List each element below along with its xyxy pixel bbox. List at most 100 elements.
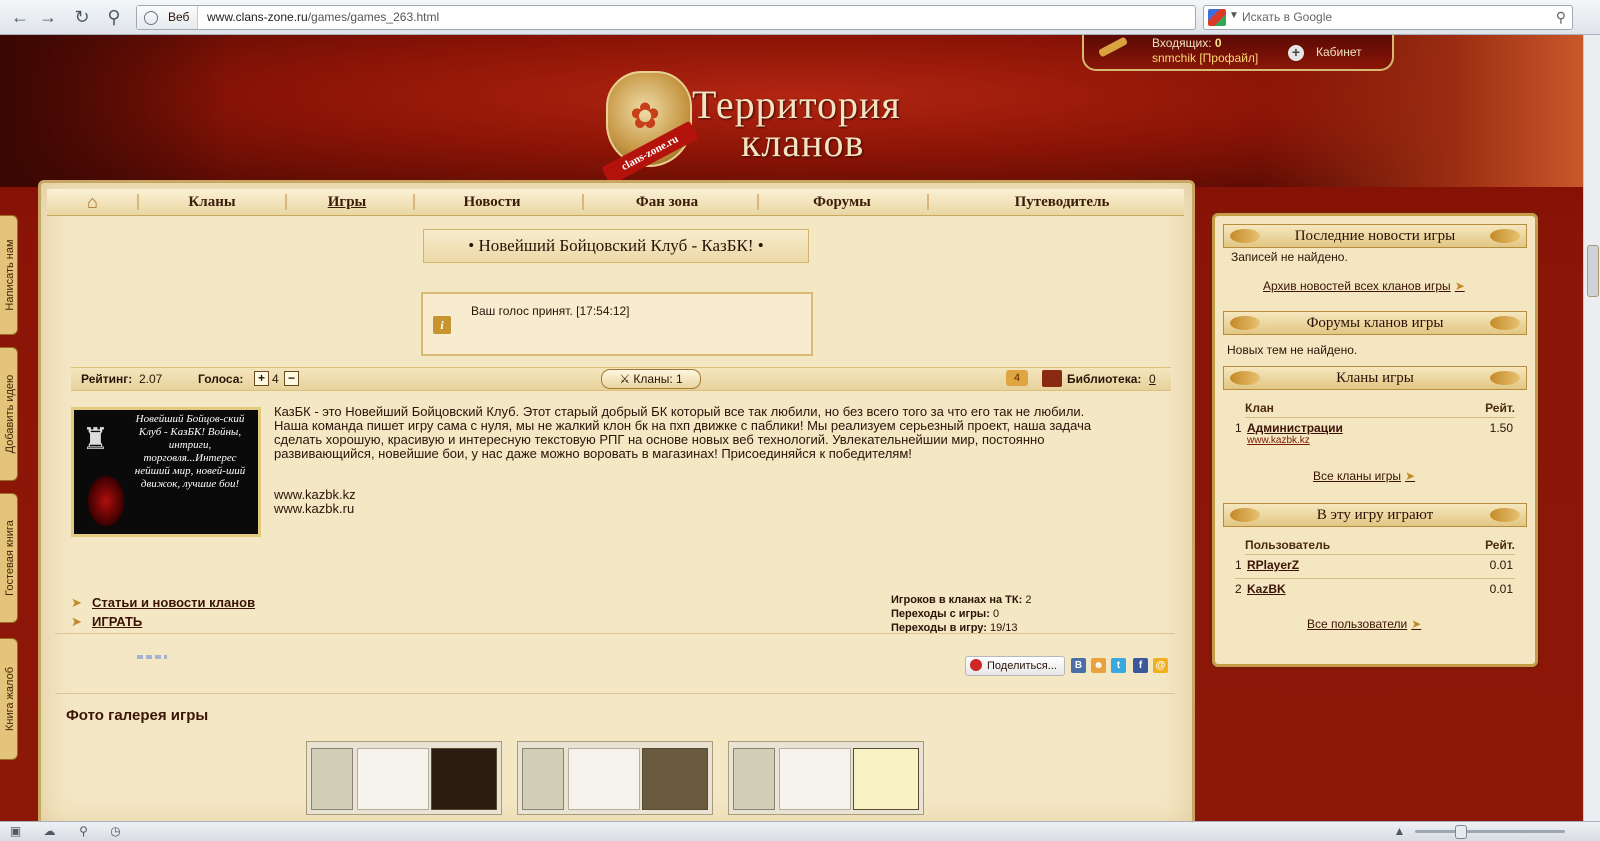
reload-icon[interactable]: ↻: [72, 7, 92, 27]
player-link[interactable]: KazBK: [1247, 582, 1286, 596]
vertical-scrollbar[interactable]: [1583, 35, 1600, 821]
all-clans-label: Все кланы игры: [1313, 469, 1402, 483]
chevron-down-icon[interactable]: ▼: [1229, 10, 1239, 21]
sidetab-complaints[interactable]: Книга жалоб: [0, 638, 18, 760]
user-panel: Входящих: 0 snmchik [Профайл] + Кабинет: [1082, 35, 1394, 71]
url-text[interactable]: www.clans-zone.ru/games/games_263.html: [207, 6, 439, 29]
speed-icon[interactable]: ◷: [108, 824, 123, 838]
cover-text: Новейший Бойцов-ский Клуб - КазБК! Войны…: [134, 413, 246, 490]
back-icon[interactable]: ←: [10, 7, 30, 27]
sidetab-label: Добавить идею: [4, 374, 16, 454]
address-mode-pill[interactable]: Веб: [137, 6, 198, 29]
game-cover-image[interactable]: ♜ Новейший Бойцов-ский Клуб - КазБК! Вой…: [71, 407, 261, 537]
zoom-slider-handle[interactable]: [1455, 825, 1467, 839]
key-icon[interactable]: ⚲: [104, 7, 124, 27]
news-archive-label: Архив новостей всех кланов игры: [1263, 279, 1451, 293]
gallery-thumbnail[interactable]: [728, 741, 924, 815]
cabinet-link[interactable]: Кабинет: [1316, 45, 1362, 59]
gallery-title: Фото галерея игры: [66, 707, 209, 724]
news-archive-link[interactable]: Архив новостей всех кланов игры ➤: [1263, 279, 1465, 293]
thumbnail-panel: [853, 748, 919, 810]
player-link[interactable]: RPlayerZ: [1247, 558, 1299, 572]
menu-item-guide[interactable]: Путеводитель: [987, 189, 1137, 215]
site-url-ru: www.kazbk.ru: [274, 501, 355, 516]
stat-players-in-clans: Игроков в кланах на ТК: 2: [891, 594, 1031, 606]
sidetab-guestbook[interactable]: Гостевая книга: [0, 493, 18, 623]
vote-notice: i Ваш голос принят. [17:54:12]: [421, 292, 813, 356]
library-icon[interactable]: [1042, 370, 1062, 387]
table-row: 1 RPlayerZ 0.01: [1235, 558, 1515, 579]
sidetab-write-us[interactable]: Написать нам: [0, 215, 18, 335]
votes-label: Голоса:: [198, 372, 244, 386]
stat-transfers-from: Переходы с игры: 0: [891, 608, 999, 620]
stat-label: Переходы с игры:: [891, 608, 990, 620]
menu-item-news[interactable]: Новости: [437, 189, 547, 215]
address-bar[interactable]: Веб www.clans-zone.ru/games/games_263.ht…: [136, 5, 1196, 30]
cloud-icon[interactable]: ☁: [42, 824, 57, 838]
menu-item-games[interactable]: Игры: [297, 189, 397, 215]
game-description: КазБК - это Новейший Бойцовский Клуб. Эт…: [274, 405, 1104, 475]
clans-button[interactable]: ⚔ Кланы: 1: [601, 369, 701, 389]
articles-link[interactable]: Статьи и новости кланов: [92, 595, 255, 610]
home-icon[interactable]: ⌂: [87, 193, 105, 211]
twitter-icon[interactable]: t: [1111, 658, 1126, 673]
clan-link[interactable]: Администрации: [1247, 421, 1343, 435]
share-icon: [970, 659, 982, 671]
all-users-link[interactable]: Все пользователи ➤: [1307, 617, 1421, 631]
player-rating: 0.01: [1489, 558, 1513, 572]
share-button[interactable]: Поделиться...: [965, 656, 1065, 676]
menu-item-clans[interactable]: Кланы: [157, 189, 267, 215]
library-link[interactable]: 0: [1149, 372, 1156, 386]
sidetab-label: Книга жалоб: [4, 667, 16, 732]
plus-icon[interactable]: +: [1288, 45, 1304, 61]
stats-bar: Рейтинг: 2.07 Голоса: + 4 − ⚔ Кланы: 1 4…: [71, 367, 1171, 391]
right-sidebar: Последние новости игры Записей не найден…: [1212, 213, 1538, 667]
col-rating: Рейт.: [1485, 538, 1515, 552]
notice-text: Ваш голос принят. [17:54:12]: [471, 304, 630, 318]
search-box[interactable]: ▼ Искать в Google ⚲: [1203, 5, 1573, 30]
inbox-count: 0: [1214, 36, 1222, 50]
google-icon[interactable]: [1208, 9, 1226, 26]
all-clans-link[interactable]: Все кланы игры ➤: [1313, 469, 1415, 483]
search-icon[interactable]: ⚲: [1556, 9, 1566, 26]
browser-toolbar: ← → ↻ ⚲ Веб www.clans-zone.ru/games/game…: [0, 0, 1600, 35]
menu-item-fan-zone[interactable]: Фан зона: [607, 189, 727, 215]
arrow-icon: ➤: [1454, 279, 1465, 293]
dragon-icon: ✿: [630, 95, 661, 136]
forward-icon[interactable]: →: [38, 7, 58, 27]
web-page: ✿ clans-zone.ru Территория кланов Входящ…: [0, 35, 1583, 821]
moimir-icon[interactable]: @: [1153, 658, 1168, 673]
share-network-icon[interactable]: ⚲: [76, 824, 91, 838]
search-input[interactable]: Искать в Google: [1242, 6, 1332, 29]
emblem-icon: ♜: [82, 423, 109, 456]
menu-item-forums[interactable]: Форумы: [787, 189, 897, 215]
odnoklassniki-icon[interactable]: ☻: [1091, 658, 1106, 673]
profile-link[interactable]: snmchik [Профайл]: [1152, 51, 1258, 65]
sidetab-add-idea[interactable]: Добавить идею: [0, 347, 18, 481]
forums-header: Форумы кланов игры: [1223, 311, 1527, 335]
vote-plus-button[interactable]: +: [254, 371, 269, 386]
scrollbar-thumb[interactable]: [1587, 245, 1599, 297]
player-rating: 0.01: [1489, 582, 1513, 596]
inbox[interactable]: Входящих: 0: [1152, 36, 1222, 50]
url-host: www.clans-zone.ru: [207, 10, 308, 24]
facebook-icon[interactable]: f: [1133, 658, 1148, 673]
col-user: Пользователь: [1245, 538, 1331, 552]
game-title: • Новейший Бойцовский Клуб - КазБК! •: [423, 229, 809, 263]
panel-icon[interactable]: ▣: [8, 824, 23, 838]
zoom-slider[interactable]: [1415, 825, 1565, 839]
stat-label: Игроков в кланах на ТК:: [891, 594, 1023, 606]
vote-minus-button[interactable]: −: [284, 371, 299, 386]
sidetab-label: Написать нам: [4, 239, 16, 311]
site-title-line2[interactable]: кланов: [741, 119, 864, 166]
comments-icon[interactable]: 4: [1006, 370, 1028, 386]
play-link[interactable]: ИГРАТЬ: [92, 614, 142, 629]
row-number: 1: [1235, 558, 1242, 572]
vk-icon[interactable]: B: [1071, 658, 1086, 673]
gallery-thumbnail[interactable]: [517, 741, 713, 815]
castle-left-art: [0, 35, 230, 187]
rating-label: Рейтинг:: [81, 372, 133, 386]
gallery-thumbnail[interactable]: [306, 741, 502, 815]
zoom-out-icon[interactable]: ▲: [1392, 824, 1407, 838]
clan-site-link[interactable]: www.kazbk.kz: [1247, 435, 1310, 446]
